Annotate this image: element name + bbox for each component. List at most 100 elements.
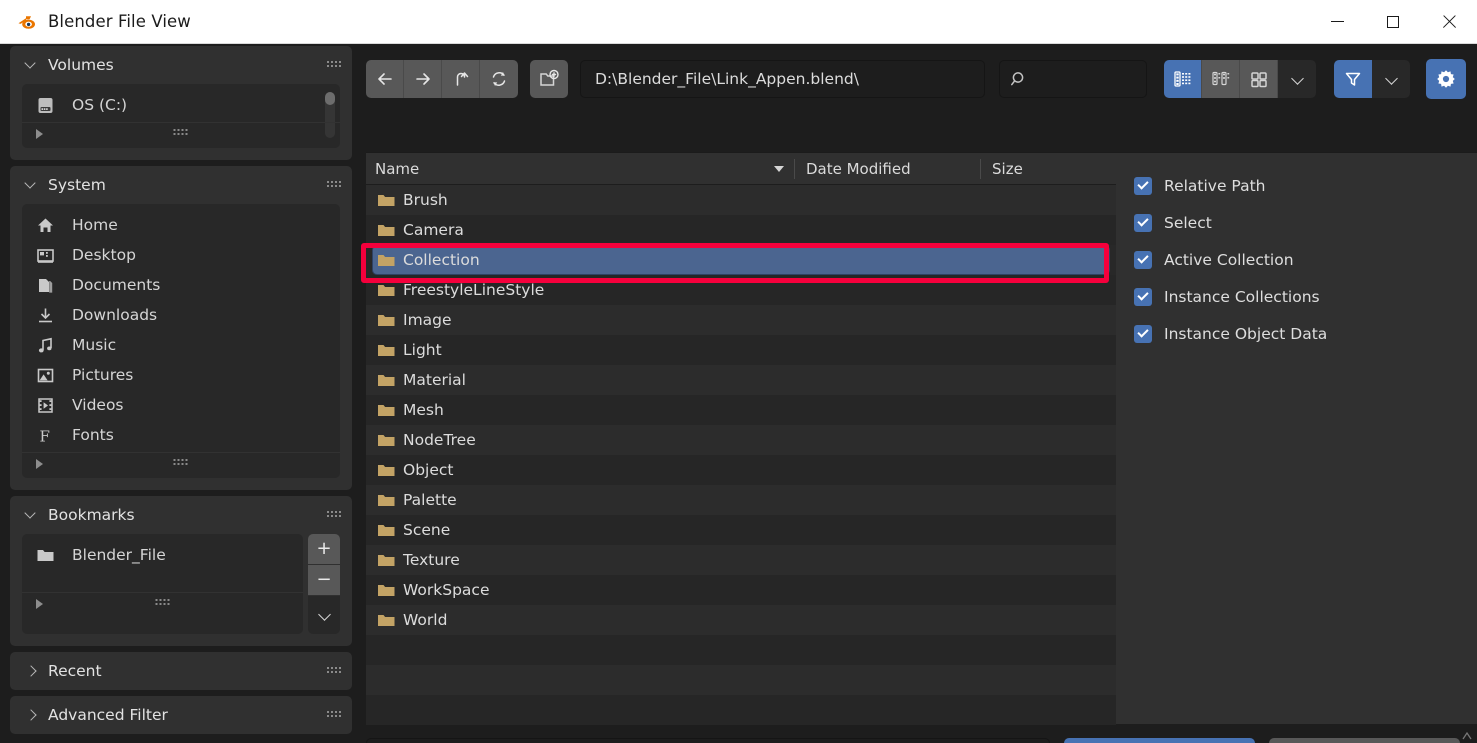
file-name: Brush — [403, 191, 448, 209]
checkbox-relative-path[interactable]: Relative Path — [1134, 167, 1477, 204]
bookmark-item-blender-file[interactable]: Blender_File — [22, 540, 303, 570]
expand-arrow-icon[interactable] — [36, 459, 43, 469]
refresh-button[interactable] — [480, 60, 518, 98]
add-bookmark-button[interactable]: + — [308, 534, 340, 564]
table-row[interactable]: World — [366, 605, 1116, 635]
svg-text:F: F — [40, 427, 50, 445]
checkbox-instance-object-data[interactable]: Instance Object Data — [1134, 315, 1477, 352]
table-row[interactable]: Image — [366, 305, 1116, 335]
forward-button[interactable] — [404, 60, 442, 98]
table-row[interactable]: Mesh — [366, 395, 1116, 425]
table-row[interactable]: WorkSpace — [366, 575, 1116, 605]
column-header-name[interactable]: Name — [366, 160, 794, 178]
drag-grip-icon[interactable] — [327, 61, 342, 70]
volumes-list: OS (C:) — [22, 84, 340, 148]
table-row-selected[interactable]: Collection — [366, 245, 1116, 275]
drag-grip-icon[interactable] — [174, 129, 189, 138]
drag-grip-icon[interactable] — [174, 459, 189, 468]
view-mode-horizontal-list-button[interactable] — [1202, 60, 1240, 98]
remove-bookmark-button[interactable]: − — [308, 565, 340, 595]
sidebar-item-home[interactable]: Home — [22, 210, 340, 240]
drag-grip-icon[interactable] — [327, 511, 342, 520]
sidebar-section-system-header[interactable]: System — [10, 166, 352, 204]
table-row-empty — [366, 665, 1116, 695]
folder-icon — [377, 223, 403, 238]
sidebar-section-advanced-filter[interactable]: Advanced Filter — [10, 696, 352, 734]
sidebar-item-desktop[interactable]: Desktop — [22, 240, 340, 270]
sidebar-item-fonts[interactable]: F Fonts — [22, 420, 340, 450]
checkbox-active-collection[interactable]: Active Collection — [1134, 241, 1477, 278]
column-header-size[interactable]: Size — [981, 160, 1023, 178]
volume-item-os-c[interactable]: OS (C:) — [22, 90, 340, 120]
minimize-button[interactable] — [1309, 0, 1365, 44]
chevron-down-icon — [26, 179, 38, 191]
display-options-dropdown-button[interactable] — [1278, 60, 1316, 98]
cancel-button[interactable]: Cancel — [1269, 738, 1460, 743]
table-row[interactable]: Brush — [366, 185, 1116, 215]
checkbox-select[interactable]: Select — [1134, 204, 1477, 241]
drag-grip-icon[interactable] — [327, 181, 342, 190]
sidebar-item-pictures[interactable]: Pictures — [22, 360, 340, 390]
table-row[interactable]: Scene — [366, 515, 1116, 545]
chevron-right-icon — [26, 709, 38, 721]
arrow-left-icon — [375, 69, 395, 89]
sidebar-item-documents[interactable]: Documents — [22, 270, 340, 300]
table-row[interactable]: Camera — [366, 215, 1116, 245]
new-folder-button[interactable] — [530, 60, 568, 98]
link-button[interactable]: Link — [1064, 738, 1255, 743]
folder-icon — [377, 403, 403, 418]
resize-grip-icon[interactable] — [1460, 728, 1474, 742]
table-row-empty — [366, 695, 1116, 725]
sidebar-item-videos[interactable]: Videos — [22, 390, 340, 420]
column-header-date[interactable]: Date Modified — [795, 160, 980, 178]
sidebar-section-bookmarks-header[interactable]: Bookmarks — [10, 496, 352, 534]
checkbox-label: Instance Object Data — [1164, 325, 1327, 343]
close-button[interactable] — [1421, 0, 1477, 44]
back-button[interactable] — [366, 60, 404, 98]
drag-grip-icon[interactable] — [327, 711, 342, 720]
folder-icon — [377, 553, 403, 568]
sidebar-section-advanced-filter-header[interactable]: Advanced Filter — [10, 696, 352, 734]
table-row[interactable]: Object — [366, 455, 1116, 485]
checkbox-checked-icon — [1134, 325, 1152, 343]
drag-grip-icon[interactable] — [155, 599, 170, 608]
sidebar-item-downloads[interactable]: Downloads — [22, 300, 340, 330]
table-row[interactable]: Light — [366, 335, 1116, 365]
search-input[interactable] — [999, 60, 1147, 98]
folder-icon — [377, 463, 403, 478]
file-name: Image — [403, 311, 452, 329]
expand-arrow-icon[interactable] — [36, 129, 43, 139]
table-row[interactable]: NodeTree — [366, 425, 1116, 455]
view-mode-thumbnails-button[interactable] — [1240, 60, 1278, 98]
table-row[interactable]: Material — [366, 365, 1116, 395]
grid-thumbnails-icon — [1248, 69, 1270, 89]
path-input[interactable]: D:\Blender_File\Link_Appen.blend\ — [580, 60, 985, 98]
filter-toggle-button[interactable] — [1334, 60, 1372, 98]
maximize-button[interactable] — [1365, 0, 1421, 44]
sidebar-section-recent-header[interactable]: Recent — [10, 652, 352, 690]
table-row[interactable]: Texture — [366, 545, 1116, 575]
settings-button[interactable] — [1426, 59, 1466, 99]
filter-options-dropdown-button[interactable] — [1372, 60, 1410, 98]
file-list-column-headers: Name Date Modified Size — [366, 153, 1116, 185]
checkbox-instance-collections[interactable]: Instance Collections — [1134, 278, 1477, 315]
sidebar-section-volumes-header[interactable]: Volumes — [10, 46, 352, 84]
sidebar-item-music[interactable]: Music — [22, 330, 340, 360]
view-mode-vertical-list-button[interactable] — [1164, 60, 1202, 98]
file-name: Material — [403, 371, 466, 389]
sidebar-section-recent[interactable]: Recent — [10, 652, 352, 690]
table-row[interactable]: FreestyleLineStyle — [366, 275, 1116, 305]
table-row[interactable]: Palette — [366, 485, 1116, 515]
parent-directory-button[interactable] — [442, 60, 480, 98]
bookmark-menu-button[interactable] — [308, 596, 340, 634]
filename-input[interactable] — [366, 738, 1050, 743]
expand-arrow-icon[interactable] — [36, 599, 43, 609]
file-name: FreestyleLineStyle — [403, 281, 544, 299]
drag-grip-icon[interactable] — [327, 667, 342, 676]
sidebar-item-label: Home — [72, 216, 118, 234]
file-name: NodeTree — [403, 431, 476, 449]
new-folder-icon — [538, 68, 560, 90]
window-titlebar: Blender File View — [0, 0, 1477, 44]
checkbox-checked-icon — [1134, 251, 1152, 269]
file-name: Mesh — [403, 401, 444, 419]
